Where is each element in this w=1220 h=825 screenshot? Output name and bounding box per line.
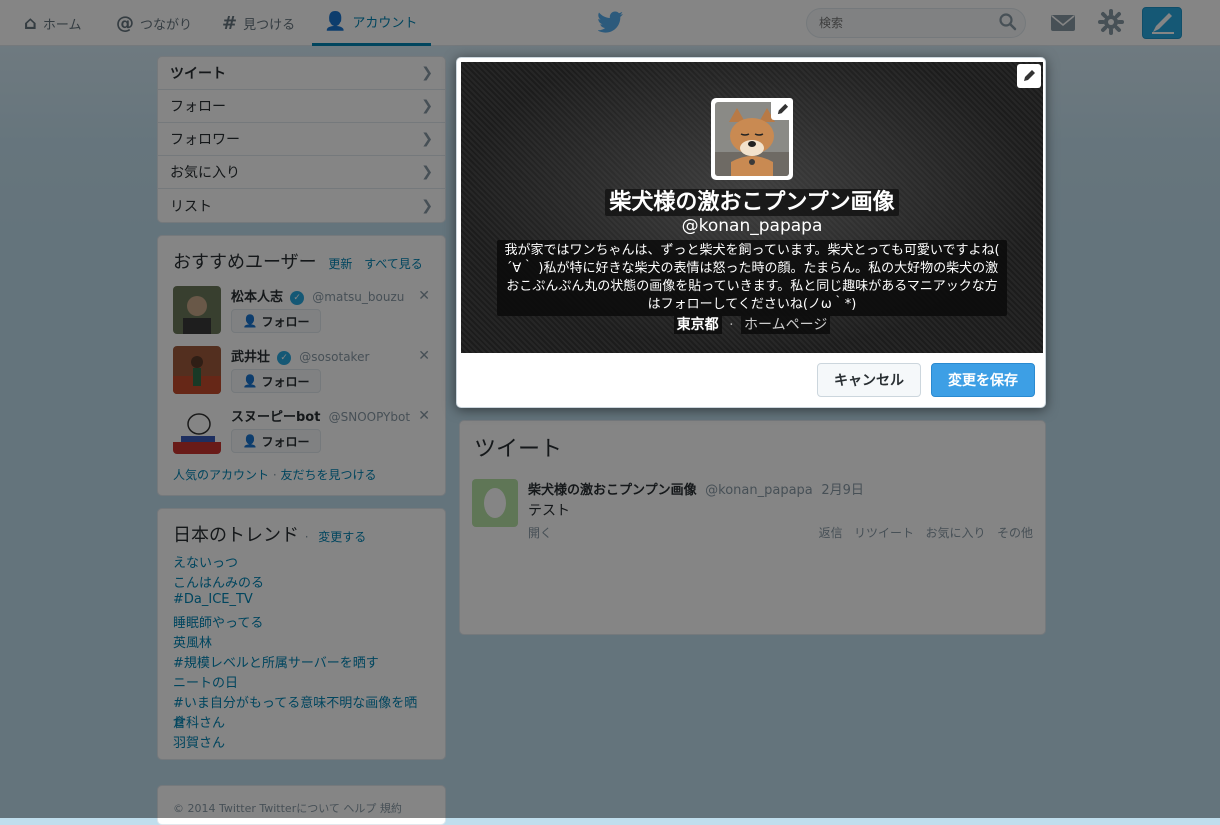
pencil-icon <box>777 103 788 114</box>
cancel-button[interactable]: キャンセル <box>817 363 921 397</box>
profile-bio-field[interactable]: 我が家ではワンちゃんは、ずっと柴犬を飼っています。柴犬とっても可愛いですよね( … <box>497 240 1007 316</box>
profile-avatar[interactable] <box>711 98 793 180</box>
profile-location-field[interactable]: 東京都 <box>673 316 722 334</box>
separator: · <box>729 317 734 333</box>
edit-avatar-button[interactable] <box>771 98 793 120</box>
profile-header-image[interactable]: 柴犬様の激おこプンプン画像 @konan_papapa 我が家ではワンちゃんは、… <box>461 62 1043 353</box>
save-changes-button[interactable]: 変更を保存 <box>931 363 1035 397</box>
pencil-icon <box>1024 70 1035 81</box>
edit-profile-dialog: 柴犬様の激おこプンプン画像 @konan_papapa 我が家ではワンちゃんは、… <box>456 57 1046 408</box>
profile-name[interactable]: 柴犬様の激おこプンプン画像 <box>605 189 899 216</box>
profile-name-field[interactable]: 柴犬様の激おこプンプン画像 <box>461 184 1043 216</box>
edit-header-button[interactable] <box>1017 64 1041 88</box>
profile-website-field[interactable]: ホームページ <box>741 316 831 334</box>
profile-screen-name: @konan_papapa <box>681 216 823 236</box>
profile-location-line: 東京都 · ホームページ <box>461 314 1043 334</box>
